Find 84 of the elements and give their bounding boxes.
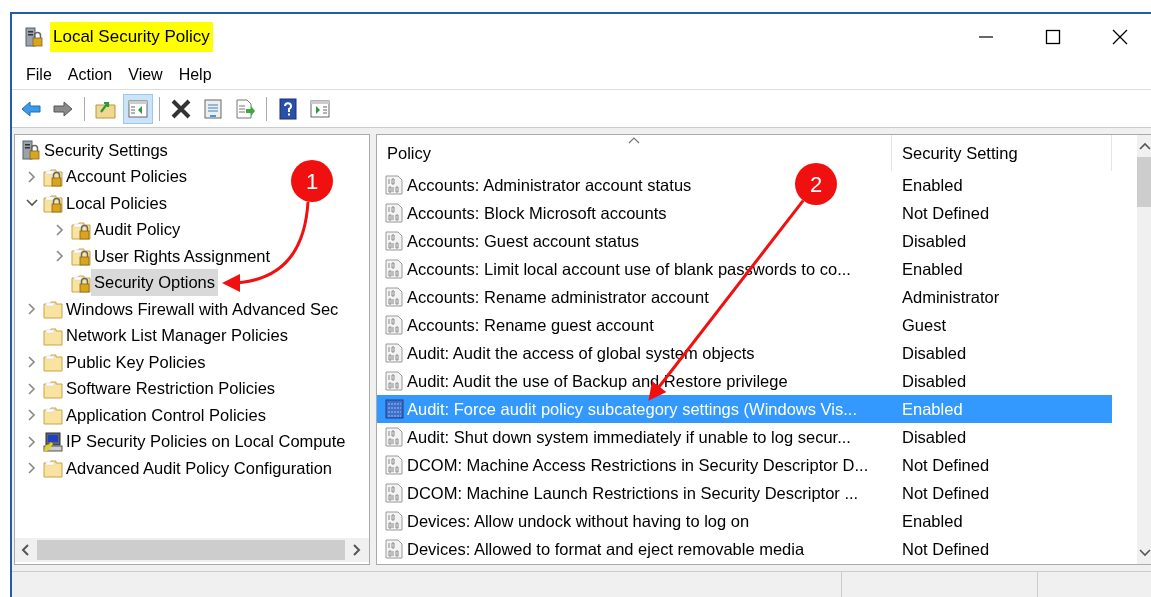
computer-key-icon — [43, 431, 63, 452]
policy-name: Accounts: Administrator account status — [407, 174, 692, 196]
policy-icon — [385, 287, 404, 307]
policy-icon — [385, 455, 404, 475]
setting-value: Guest — [902, 314, 947, 336]
menu-item[interactable]: Help — [170, 60, 220, 89]
scrollbar-thumb[interactable] — [1137, 157, 1151, 207]
policy-name: Accounts: Rename administrator account — [407, 286, 709, 308]
tree-item[interactable]: IP Security Policies on Local Compute — [63, 428, 349, 456]
policy-icon — [385, 427, 404, 447]
locked-folder-icon — [43, 193, 63, 214]
tree-item[interactable]: Audit Policy — [91, 216, 184, 244]
scroll-left-icon[interactable] — [21, 543, 31, 557]
setting-value: Disabled — [902, 342, 967, 364]
setting-value: Administrator — [902, 286, 1000, 308]
tree-item[interactable]: Security Settings — [41, 136, 171, 164]
scrollbar-thumb[interactable] — [37, 540, 345, 560]
policy-icon — [385, 343, 404, 363]
policy-name: DCOM: Machine Launch Restrictions in Security Descriptor ... — [407, 482, 859, 504]
policy-icon — [385, 483, 404, 503]
scroll-up-icon[interactable] — [1139, 141, 1151, 151]
policy-icon — [385, 175, 404, 195]
menu-item[interactable]: File — [18, 60, 60, 89]
policy-icon — [385, 511, 404, 531]
tree-item[interactable]: Public Key Policies — [63, 348, 209, 376]
close-icon[interactable] — [1110, 29, 1129, 45]
tree-item[interactable]: Software Restriction Policies — [63, 375, 279, 403]
tree-item[interactable]: Advanced Audit Policy Configuration — [63, 454, 335, 482]
tree-item[interactable]: Local Policies — [63, 189, 170, 217]
policy-name: Devices: Allowed to format and eject removable media — [407, 538, 805, 560]
folder-icon — [43, 325, 63, 346]
setting-value: Not Defined — [902, 202, 990, 224]
policy-icon — [385, 539, 404, 559]
scroll-right-icon[interactable] — [351, 543, 361, 557]
policy-icon — [385, 231, 404, 251]
tree-item[interactable]: Network List Manager Policies — [63, 322, 291, 350]
policy-icon — [385, 203, 404, 223]
policy-name: Audit: Shut down system immediately if unable to log secur... — [407, 426, 851, 448]
tree-item[interactable]: User Rights Assignment — [91, 242, 274, 270]
setting-value: Not Defined — [902, 454, 990, 476]
tree-item[interactable]: Security Options — [91, 269, 219, 297]
locked-folder-icon — [71, 246, 91, 267]
tree-item[interactable]: Application Control Policies — [63, 401, 269, 429]
menu-item[interactable]: View — [120, 60, 171, 89]
policy-icon — [385, 315, 404, 335]
folder-icon — [43, 405, 63, 426]
policy-icon — [385, 259, 404, 279]
maximize-icon[interactable] — [1043, 29, 1062, 45]
window-title: Local Security Policy — [50, 22, 213, 52]
setting-value: Enabled — [902, 174, 963, 196]
menu-item[interactable]: Action — [59, 60, 121, 89]
policy-name: Accounts: Guest account status — [407, 230, 640, 252]
policy-name: DCOM: Machine Access Restrictions in Security Descriptor D... — [407, 454, 869, 476]
tree-item[interactable]: Account Policies — [63, 163, 191, 191]
setting-value: Enabled — [902, 510, 963, 532]
column-header[interactable]: Security Setting — [892, 135, 1112, 171]
tree-item[interactable]: Windows Firewall with Advanced Sec — [63, 295, 342, 323]
setting-value: Enabled — [902, 258, 963, 280]
folder-icon — [43, 378, 63, 399]
setting-value: Enabled — [902, 398, 963, 420]
policy-name: Accounts: Block Microsoft accounts — [407, 202, 667, 224]
policy-name: Accounts: Rename guest account — [407, 314, 654, 336]
locked-folder-icon — [71, 219, 91, 240]
server-lock-icon — [21, 140, 41, 161]
folder-icon — [43, 352, 63, 373]
folder-icon — [43, 299, 63, 320]
policy-name: Devices: Allow undock without having to log on — [407, 510, 750, 532]
setting-value: Disabled — [902, 370, 967, 392]
horizontal-scrollbar[interactable] — [15, 538, 369, 562]
policy-icon — [385, 371, 404, 391]
app-icon — [24, 27, 44, 47]
setting-value: Disabled — [902, 426, 967, 448]
setting-value: Not Defined — [902, 482, 990, 504]
step-badge: 1 — [291, 160, 333, 202]
policy-icon — [385, 399, 404, 419]
locked-folder-icon — [71, 272, 91, 293]
setting-value: Not Defined — [902, 538, 990, 560]
vertical-scrollbar[interactable] — [1137, 135, 1151, 564]
locked-folder-icon — [43, 166, 63, 187]
policy-name: Audit: Force audit policy subcategory settings (Windows Vis... — [407, 398, 857, 420]
folder-icon — [43, 458, 63, 479]
step-badge: 2 — [795, 163, 837, 205]
scroll-down-icon[interactable] — [1139, 548, 1151, 558]
setting-value: Disabled — [902, 230, 967, 252]
